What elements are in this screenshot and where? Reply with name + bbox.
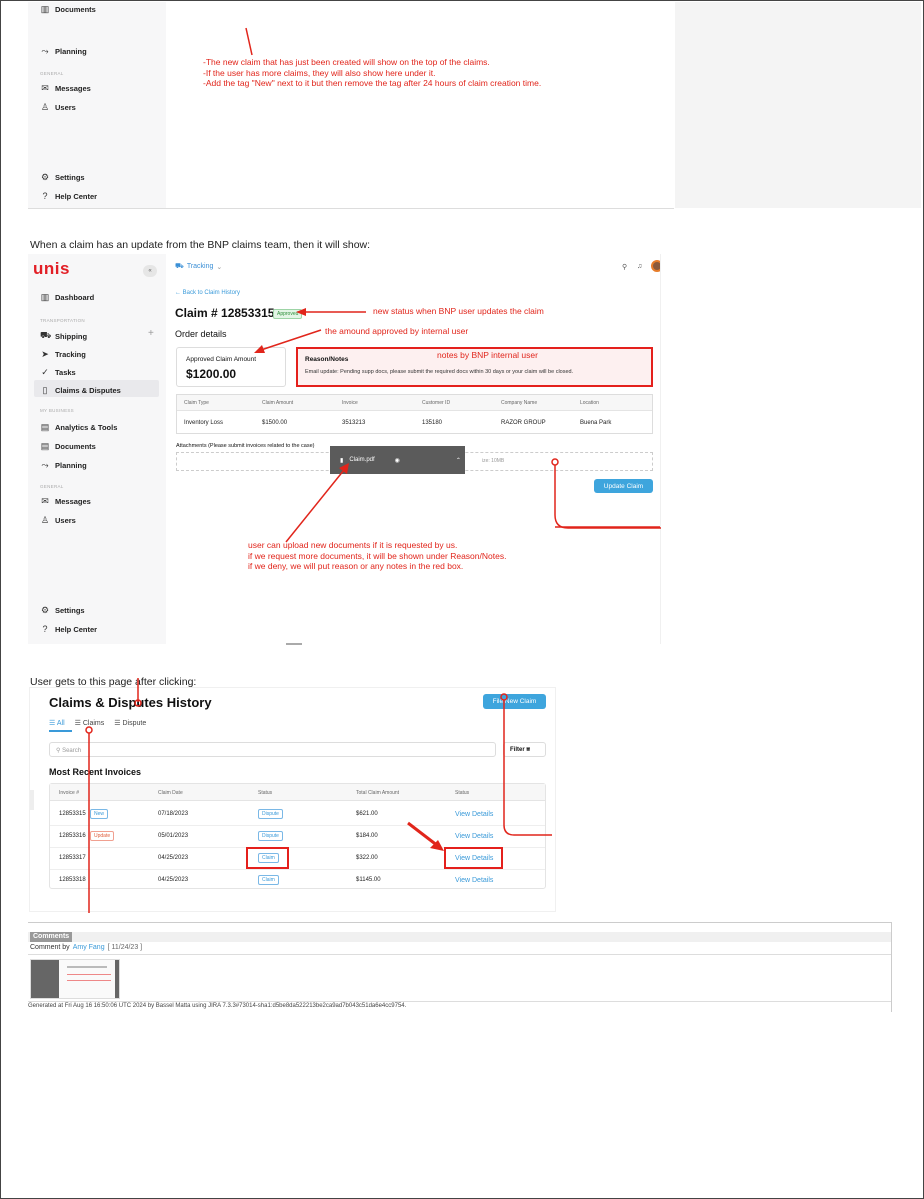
gear-icon: ⚙ bbox=[40, 172, 50, 182]
section-general: GENERAL bbox=[40, 71, 64, 76]
messages-icon: ✉ bbox=[41, 496, 49, 506]
annotation-upload: user can upload new documents if it is r… bbox=[248, 540, 507, 572]
comment-author-link[interactable]: Amy Fang bbox=[73, 944, 105, 951]
help-icon: ? bbox=[42, 191, 48, 201]
bell-icon[interactable]: ♫ bbox=[637, 263, 642, 270]
sidebar-item-planning[interactable]: ⤳ Planning bbox=[40, 46, 86, 57]
sidebar-item-users[interactable]: ♙ Users bbox=[40, 515, 76, 526]
sidebar-item-messages[interactable]: ✉ Messages bbox=[40, 83, 91, 94]
truck-icon: ⛟ bbox=[40, 330, 52, 340]
sidebar-item-tracking[interactable]: ➤ Tracking bbox=[40, 349, 86, 360]
sidebar-item-tasks[interactable]: ✓ Tasks bbox=[40, 367, 76, 378]
search-icon[interactable]: ⚲ bbox=[622, 263, 627, 271]
collapse-sidebar-icon[interactable]: « bbox=[143, 265, 157, 277]
new-claim-notes: -The new claim that has just been create… bbox=[203, 57, 542, 89]
annotation-arrows bbox=[254, 308, 661, 543]
sidebar-item-help[interactable]: ? Help Center bbox=[40, 624, 97, 634]
section-general: GENERAL bbox=[40, 484, 64, 489]
truck-icon: ⛟ bbox=[175, 263, 184, 270]
sidebar-item-settings[interactable]: ⚙ Settings bbox=[40, 172, 85, 183]
planning-icon: ⤳ bbox=[41, 460, 49, 470]
comment-body bbox=[28, 954, 892, 1002]
comment-date: [ 11/24/23 ] bbox=[107, 944, 143, 951]
comments-bar bbox=[28, 932, 892, 942]
annotation-amount: the amound approved by internal user bbox=[325, 326, 469, 336]
help-icon: ? bbox=[42, 624, 48, 634]
scroll-grip[interactable] bbox=[286, 643, 302, 645]
sidebar-item-settings[interactable]: ⚙ Settings bbox=[40, 605, 85, 616]
documents-icon: ▤ bbox=[40, 441, 50, 451]
sidebar-item-users[interactable]: ♙ Users bbox=[40, 102, 76, 113]
sidebar-item-claims[interactable]: ▯ Claims & Disputes bbox=[40, 385, 121, 396]
comment-thumbnail[interactable] bbox=[30, 959, 120, 999]
app-right-gutter bbox=[660, 254, 674, 644]
check-circle-icon: ✓ bbox=[41, 367, 49, 377]
comments-header: Comments bbox=[30, 932, 73, 942]
caption-update: When a claim has an update from the BNP … bbox=[30, 239, 371, 251]
footer-text: Generated at Fri Aug 16 16:50:06 UTC 202… bbox=[28, 1003, 407, 1009]
sidebar-item-help[interactable]: ? Help Center bbox=[40, 191, 97, 201]
dashboard-icon: ▥ bbox=[40, 292, 50, 302]
add-shipping-icon[interactable]: + bbox=[148, 328, 154, 339]
divider bbox=[28, 922, 892, 923]
sidebar-item-documents[interactable]: ▤ Documents bbox=[40, 441, 96, 452]
sidebar-item-dashboard[interactable]: ▥ Dashboard bbox=[40, 292, 94, 303]
annotation-arrow-line bbox=[245, 27, 253, 56]
section-divider bbox=[28, 208, 674, 209]
module-switcher[interactable]: ⛟ Tracking ⌄ bbox=[175, 262, 222, 271]
analytics-icon: ▤ bbox=[40, 422, 50, 432]
sidebar-item-planning[interactable]: ⤳ Planning bbox=[40, 460, 86, 471]
right-border bbox=[891, 922, 892, 1012]
logo: unis bbox=[33, 259, 70, 278]
sidebar-item-messages[interactable]: ✉ Messages bbox=[40, 496, 91, 507]
history-annotation-arrows bbox=[85, 678, 552, 913]
document-icon: ▯ bbox=[42, 385, 48, 395]
section-transportation: TRANSPORTATION bbox=[40, 318, 85, 323]
sidebar-item-analytics[interactable]: ▤ Analytics & Tools bbox=[40, 422, 118, 433]
annotation-notes: notes by BNP internal user bbox=[437, 350, 538, 360]
top-right-gutter bbox=[675, 2, 921, 208]
annotation-status: new status when BNP user updates the cla… bbox=[373, 306, 544, 316]
chevron-down-icon: ⌄ bbox=[216, 263, 223, 271]
documents-icon: ▥ bbox=[40, 4, 50, 14]
sidebar-item-shipping[interactable]: ⛟ Shipping bbox=[40, 330, 87, 342]
messages-icon: ✉ bbox=[41, 83, 49, 93]
back-to-claim-history-link[interactable]: ← Back to Claim History bbox=[175, 290, 240, 296]
sidebar-item-documents[interactable]: ▥ Documents bbox=[40, 4, 96, 15]
users-icon: ♙ bbox=[40, 102, 50, 112]
connector-line bbox=[555, 526, 660, 528]
section-business: MY BUSINESS bbox=[40, 408, 74, 413]
planning-icon: ⤳ bbox=[41, 46, 49, 56]
comment-meta: Comment by Amy Fang [ 11/24/23 ] bbox=[30, 944, 143, 951]
gear-icon: ⚙ bbox=[40, 605, 50, 615]
tracking-icon: ➤ bbox=[41, 349, 49, 359]
users-icon: ♙ bbox=[40, 515, 50, 525]
